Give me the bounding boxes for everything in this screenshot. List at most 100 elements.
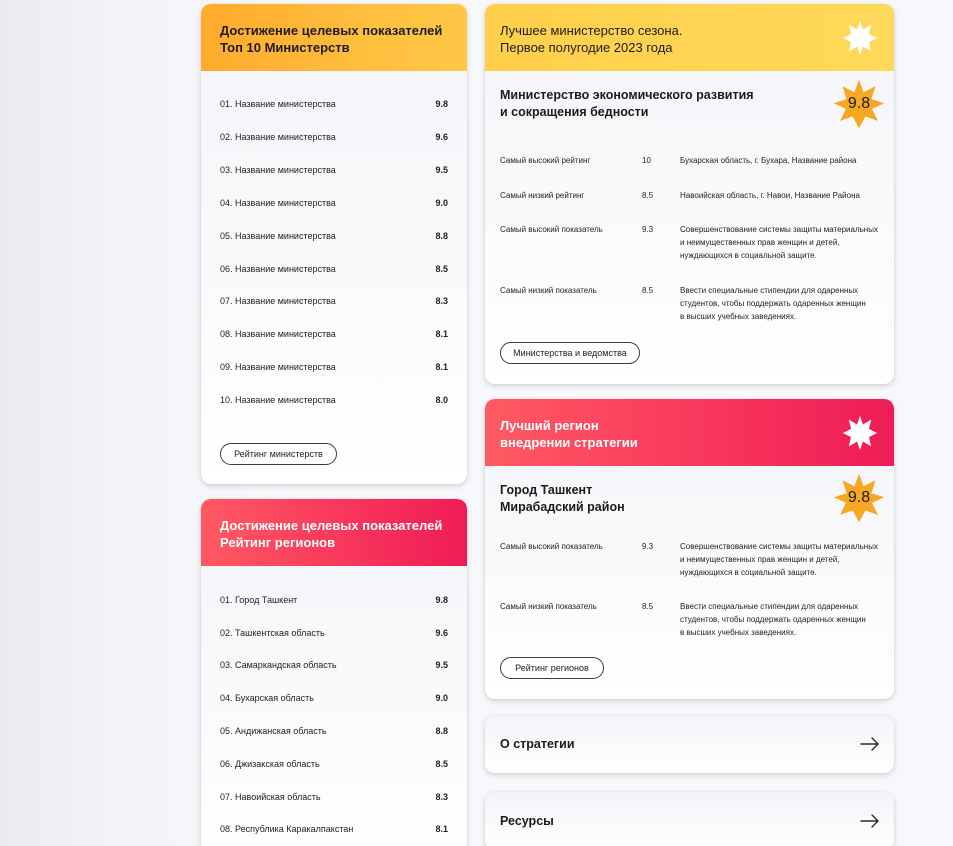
ministry-score: 8.3 <box>435 296 448 306</box>
region-score: 9.8 <box>435 595 448 605</box>
best-region-name-line1: Город Ташкент <box>500 483 593 497</box>
region-name: 06. Джизакская область <box>220 759 320 769</box>
ministries-card-title-line1: Достижение целевых показателей <box>220 23 443 38</box>
star-badge-icon: 9.8 <box>832 77 886 131</box>
ministry-score: 8.8 <box>435 231 448 241</box>
ministries-card-header: Достижение целевых показателей Топ 10 Ми… <box>201 4 467 71</box>
best-ministry-card: Лучшее министерство сезона. Первое полуг… <box>485 4 894 384</box>
list-item: 10. Название министерства 8.0 <box>220 393 448 407</box>
metric-description-line: в высших учебных заведениях. <box>680 312 797 321</box>
star-badge-icon: 9.8 <box>832 471 886 525</box>
list-item: 04. Бухарская область 9.0 <box>220 691 448 705</box>
ministry-name: 02. Название министерства <box>220 132 336 142</box>
best-ministry-title-line2: Первое полугодие 2023 года <box>500 40 673 55</box>
ministry-score: 8.1 <box>435 362 448 372</box>
region-name: 03. Самаркандская область <box>220 660 337 670</box>
regions-rating-card: Достижение целевых показателей Рейтинг р… <box>201 499 467 846</box>
list-item: 07. Навоийская область 8.3 <box>220 790 448 804</box>
metric-label: Самый низкий показатель <box>500 602 597 611</box>
metric-value: 8.5 <box>642 191 654 200</box>
region-name: 02. Ташкентская область <box>220 628 325 638</box>
list-item: 03. Название министерства 9.5 <box>220 163 448 177</box>
metric-label: Самый высокий показатель <box>500 225 603 234</box>
best-region-name: Город Ташкент Мирабадский район <box>500 482 625 516</box>
metric-description-line: нуждающихся в социальной защите. <box>680 251 817 260</box>
best-region-header: Лучший регион внедрении стратегии <box>485 399 894 466</box>
list-item: 08. Название министерства 8.1 <box>220 327 448 341</box>
region-name: 08. Республика Каракалпакстан <box>220 824 354 834</box>
ministry-score: 8.5 <box>435 264 448 274</box>
metric-description: Навоийская область, г. Навои, Название Р… <box>680 191 860 200</box>
regions-rating-button[interactable]: Рейтинг регионов <box>500 657 604 679</box>
arrow-right-icon <box>860 737 879 751</box>
metric-description: Бухарская область, г. Бухара, Название р… <box>680 156 857 165</box>
metric-description: Совершенствование системы защиты материа… <box>680 223 885 262</box>
region-score: 8.1 <box>435 824 448 834</box>
ministry-name: 06. Название министерства <box>220 264 336 274</box>
metric-description-line: и неимущественных прав женщин и детей, <box>680 555 840 564</box>
metric-label: Самый низкий рейтинг <box>500 191 585 200</box>
metric-description-line: Ввести специальные стипендии для одаренн… <box>680 602 859 611</box>
best-ministry-header: Лучшее министерство сезона. Первое полуг… <box>485 4 894 71</box>
resources-link[interactable]: Ресурсы <box>485 792 894 846</box>
region-score: 8.5 <box>435 759 448 769</box>
metric-value: 10 <box>642 156 651 165</box>
ministries-departments-button[interactable]: Министерства и ведомства <box>500 342 640 364</box>
resources-label: Ресурсы <box>500 814 554 828</box>
about-strategy-link[interactable]: О стратегии <box>485 715 894 773</box>
ministry-score: 9.6 <box>435 132 448 142</box>
ministries-rating-button[interactable]: Рейтинг министерств <box>220 443 337 465</box>
burst-icon <box>842 415 878 451</box>
metric-description: Совершенствование системы защиты материа… <box>680 540 885 579</box>
best-ministry-score: 9.8 <box>847 95 871 112</box>
ministry-name: 04. Название министерства <box>220 198 336 208</box>
list-item: 02. Название министерства 9.6 <box>220 130 448 144</box>
region-name: 07. Навоийская область <box>220 792 321 802</box>
list-item: 07. Название министерства 8.3 <box>220 294 448 308</box>
metric-value: 9.3 <box>642 225 654 234</box>
best-region-name-line2: Мирабадский район <box>500 500 625 514</box>
region-score: 9.6 <box>435 628 448 638</box>
list-item: 05. Название министерства 8.8 <box>220 229 448 243</box>
best-region-score: 9.8 <box>847 489 871 506</box>
arrow-right-icon <box>860 814 879 828</box>
metric-value: 8.5 <box>642 602 654 611</box>
best-region-title-line2: внедрении стратегии <box>500 435 638 450</box>
ministries-card-title-line2: Топ 10 Министерств <box>220 40 350 55</box>
metric-description: Ввести специальные стипендии для одаренн… <box>680 600 885 639</box>
list-item: 08. Республика Каракалпакстан 8.1 <box>220 822 448 836</box>
metric-description-line: нуждающихся в социальной защите. <box>680 568 817 577</box>
ministry-score: 9.8 <box>435 99 448 109</box>
ministry-name: 01. Название министерства <box>220 99 336 109</box>
metric-value: 9.3 <box>642 542 654 551</box>
best-ministry-name-line1: Министерство экономического развития <box>500 88 754 102</box>
list-item: 06. Джизакская область 8.5 <box>220 757 448 771</box>
ministry-name: 05. Название министерства <box>220 231 336 241</box>
burst-icon <box>842 20 878 56</box>
ministry-score: 9.0 <box>435 198 448 208</box>
ministry-score: 8.0 <box>435 395 448 405</box>
ministry-score: 9.5 <box>435 165 448 175</box>
best-ministry-title-line1: Лучшее министерство сезона. <box>500 23 683 38</box>
metric-label: Самый низкий показатель <box>500 286 597 295</box>
ministry-name: 07. Название министерства <box>220 296 336 306</box>
region-score: 9.0 <box>435 693 448 703</box>
about-strategy-label: О стратегии <box>500 737 575 751</box>
list-item: 01. Название министерства 9.8 <box>220 97 448 111</box>
list-item: 01. Город Ташкент 9.8 <box>220 593 448 607</box>
list-item: 05. Андижанская область 8.8 <box>220 724 448 738</box>
list-item: 09. Название министерства 8.1 <box>220 360 448 374</box>
metric-value: 8.5 <box>642 286 654 295</box>
metric-description-line: в высших учебных заведениях. <box>680 628 797 637</box>
list-item: 03. Самаркандская область 9.5 <box>220 658 448 672</box>
best-ministry-name-line2: и сокращения бедности <box>500 105 649 119</box>
regions-card-title-line1: Достижение целевых показателей <box>220 518 443 533</box>
ministry-name: 10. Название министерства <box>220 395 336 405</box>
metric-description-line: студентов, чтобы поддержать одаренных же… <box>680 299 866 308</box>
best-region-title-line1: Лучший регион <box>500 418 599 433</box>
region-score: 9.5 <box>435 660 448 670</box>
metric-description-line: Совершенствование системы защиты материа… <box>680 225 878 234</box>
region-name: 04. Бухарская область <box>220 693 314 703</box>
metric-description-line: студентов, чтобы поддержать одаренных же… <box>680 615 866 624</box>
metric-label: Самый высокий рейтинг <box>500 156 591 165</box>
